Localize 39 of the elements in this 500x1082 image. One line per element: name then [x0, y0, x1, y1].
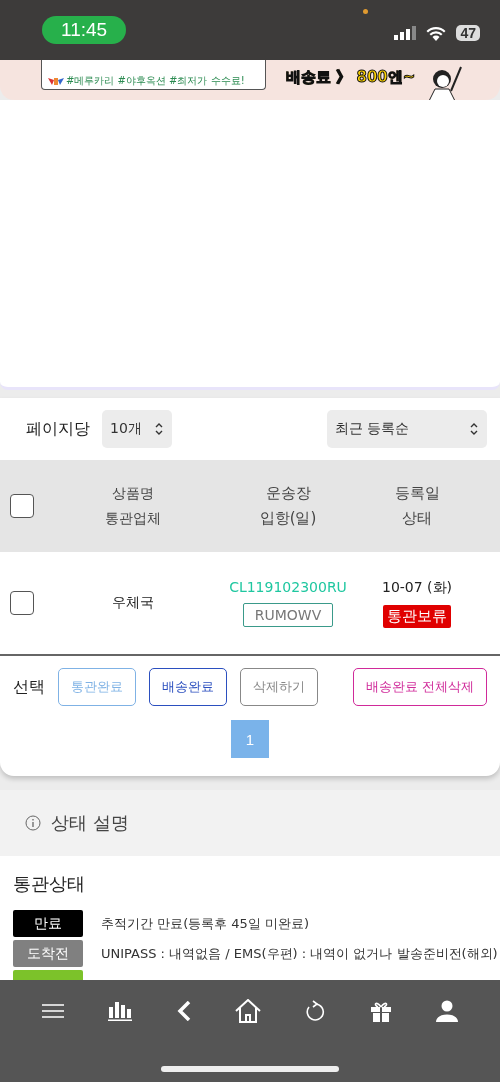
gift-icon[interactable] — [369, 1000, 392, 1022]
bar-chart-icon[interactable] — [108, 1001, 133, 1021]
column-header: 상품명 통관업체 — [104, 484, 162, 528]
signal-icon — [394, 26, 417, 40]
action-button[interactable]: 배송완료 — [149, 668, 227, 706]
menu-icon[interactable] — [42, 1004, 65, 1018]
column-header: 운송장 입항(일) — [258, 483, 318, 529]
column-header: 등록일 상태 — [393, 483, 441, 529]
home-icon[interactable] — [235, 999, 261, 1023]
profile-icon[interactable] — [435, 1000, 458, 1022]
row-checkbox[interactable] — [10, 591, 34, 615]
status-time: 11:45 — [42, 16, 127, 44]
status-badge: 도착전 — [13, 940, 83, 967]
per-page-label: 페이지당 — [26, 418, 90, 440]
status-description: UNIPASS : 내역없음 / EMS(우편) : 내역이 없거나 발송준비전(해외) — [101, 944, 498, 963]
action-button[interactable]: 배송완료 전체삭제 — [352, 668, 487, 706]
customs-company: 우체국 — [112, 594, 154, 610]
select-label: 선택 — [13, 676, 45, 698]
banner-tags: #메루카리 #야후옥션 #최저가 수수료! — [66, 73, 245, 88]
registered-date: 10-07 (화) — [381, 578, 453, 597]
banner-promo: 배송료 》 800엔~ — [286, 67, 416, 87]
wifi-icon — [426, 25, 447, 41]
route-code: RUMOWV — [242, 603, 334, 627]
back-icon[interactable] — [176, 1001, 191, 1021]
per-page-select[interactable]: 10개 — [102, 410, 172, 448]
refresh-icon[interactable] — [305, 1000, 326, 1022]
battery-level: 47 — [456, 25, 480, 41]
select-all-checkbox[interactable] — [10, 494, 34, 518]
logo-icon — [48, 75, 64, 86]
status-description: 추적기간 만료(등록후 45일 미완료) — [101, 914, 310, 933]
status-badge: 통관보류 — [383, 604, 451, 628]
chevron-icon — [154, 422, 164, 436]
chevron-icon — [469, 422, 479, 436]
status-badge: 만료 — [13, 910, 83, 937]
action-button[interactable]: 삭제하기 — [240, 668, 318, 706]
info-icon — [25, 815, 41, 831]
section-title: 통관상태 — [12, 872, 86, 896]
sort-select[interactable]: 최근 등록순 — [327, 410, 487, 448]
status-help-title: 상태 설명 — [51, 811, 129, 835]
